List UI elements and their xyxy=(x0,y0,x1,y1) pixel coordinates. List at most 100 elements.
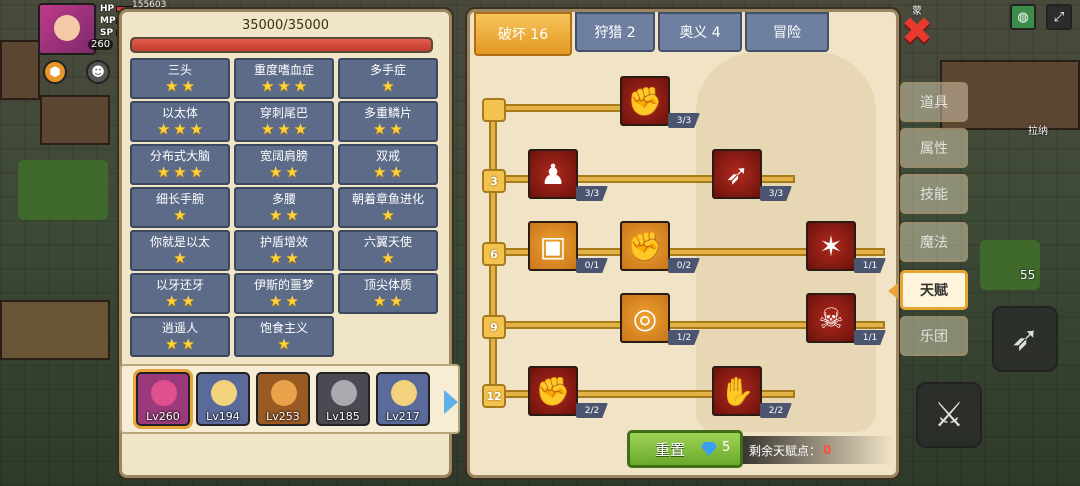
body-icon[interactable]: ♟ xyxy=(528,149,578,199)
trait-grid: 三头 ★ ★ 重度嗜血症 ★ ★ ★ 多手症 ★ 以太体 ★ ★ ★ 穿刺尾巴 ★ ★ ★ 多重鳞片 ★ ★ 分布式大脑… xyxy=(130,58,438,357)
avatar xyxy=(151,380,177,406)
punch-icon[interactable]: ✊ xyxy=(620,221,670,271)
star-icon: ★ xyxy=(156,120,171,138)
arm-wrestle-icon[interactable]: ✊ xyxy=(620,76,670,126)
blood-splash-icon[interactable]: ✶ xyxy=(806,221,856,271)
trait-name: 伊斯的噩梦 xyxy=(253,278,314,292)
hero-level: Lv194 xyxy=(206,410,240,423)
close-icon[interactable]: ✖ xyxy=(899,12,935,50)
trait-card[interactable]: 穿刺尾巴 ★ ★ ★ xyxy=(234,101,334,142)
hero-selector: Lv260 Lv194 Lv253 Lv185 Lv217 xyxy=(120,364,460,434)
hero-panel: 35000/35000 三头 ★ ★ 重度嗜血症 ★ ★ ★ 多手症 ★ 以太体 ★ ★ ★ 穿刺尾巴 ★ ★… xyxy=(119,9,460,478)
bow-icon[interactable]: ➶ xyxy=(992,306,1058,372)
trait-stars: ★ xyxy=(277,336,290,352)
trait-stars: ★ ★ xyxy=(269,164,299,180)
trait-name: 饱食主义 xyxy=(259,321,308,335)
skill-rank: 3/3 xyxy=(760,186,792,201)
trait-card[interactable]: 顶尖体质 ★ ★ xyxy=(338,273,438,314)
talent-points: 剩余天赋点： 0 xyxy=(743,436,893,464)
trait-stars: ★ ★ xyxy=(269,207,299,223)
side-menu-item[interactable]: 乐团 xyxy=(900,316,968,356)
star-icon: ★ xyxy=(373,163,387,181)
ripple-icon[interactable]: ◎ xyxy=(620,293,670,343)
trait-card[interactable]: 多手症 ★ xyxy=(338,58,438,99)
talent-tree: 3 6 9 12 ✊ 3/3 ♟ 3/3 ➶ 3/3 ▣ 0/1 ✊ 0/2 ✶ 1/1 ◎ 1/2 ☠ 1/1 ✊ 2/… xyxy=(470,12,896,475)
star-icon: ★ xyxy=(277,335,291,353)
trait-card[interactable]: 宽阔肩膀 ★ ★ xyxy=(234,144,334,185)
grass-patch xyxy=(18,160,108,220)
trait-card[interactable]: 重度嗜血症 ★ ★ ★ xyxy=(234,58,334,99)
trait-card[interactable]: 以牙还牙 ★ ★ xyxy=(130,273,230,314)
side-menu-item[interactable]: 天赋 xyxy=(900,270,968,310)
trait-card[interactable]: 六翼天使 ★ xyxy=(338,230,438,271)
card-icon[interactable]: ▣ xyxy=(528,221,578,271)
demon-icon[interactable]: ☠ xyxy=(806,293,856,343)
star-icon: ★ xyxy=(277,120,291,138)
star-icon: ★ xyxy=(269,206,283,224)
trait-name: 双戒 xyxy=(375,149,400,163)
trait-name: 宽阔肩膀 xyxy=(259,149,308,163)
trait-card[interactable]: 你就是以太 ★ xyxy=(130,230,230,271)
skill-rank: 2/2 xyxy=(576,403,608,418)
side-menu-item[interactable]: 魔法 xyxy=(900,222,968,262)
trait-card[interactable]: 以太体 ★ ★ ★ xyxy=(130,101,230,142)
trait-card[interactable]: 逍遥人 ★ ★ xyxy=(130,316,230,357)
hero-portrait[interactable]: Lv260 xyxy=(136,372,190,426)
trait-card[interactable]: 三头 ★ ★ xyxy=(130,58,230,99)
star-icon: ★ xyxy=(277,77,291,95)
globe-icon[interactable]: ◍ xyxy=(1010,4,1036,30)
side-menu-item[interactable]: 技能 xyxy=(900,174,968,214)
star-icon: ★ xyxy=(373,292,387,310)
skill-rank: 0/2 xyxy=(668,258,700,273)
star-icon: ★ xyxy=(373,120,387,138)
star-icon: ★ xyxy=(165,77,179,95)
building xyxy=(0,300,110,360)
star-icon: ★ xyxy=(189,163,204,181)
trait-stars: ★ xyxy=(173,250,186,266)
hero-portrait[interactable]: Lv253 xyxy=(256,372,310,426)
next-arrow-icon[interactable] xyxy=(444,390,458,414)
trait-card[interactable]: 双戒 ★ ★ xyxy=(338,144,438,185)
trait-name: 朝着章鱼进化 xyxy=(351,192,424,206)
hero-portrait[interactable]: Lv185 xyxy=(316,372,370,426)
gem-count: 5 xyxy=(722,440,731,455)
hero-portrait[interactable]: Lv194 xyxy=(196,372,250,426)
trait-card[interactable]: 多腰 ★ ★ xyxy=(234,187,334,228)
player-portrait[interactable] xyxy=(38,3,96,55)
trait-card[interactable]: 伊斯的噩梦 ★ ★ xyxy=(234,273,334,314)
hero-level: Lv217 xyxy=(386,410,420,423)
grab-icon[interactable]: ✋ xyxy=(712,366,762,416)
trait-stars: ★ ★ ★ xyxy=(157,164,203,180)
trait-card[interactable]: 细长手腕 ★ xyxy=(130,187,230,228)
star-icon: ★ xyxy=(285,292,299,310)
trait-stars: ★ ★ xyxy=(373,121,403,137)
hexagon-icon[interactable]: ⬢ xyxy=(43,60,67,84)
trait-stars: ★ ★ xyxy=(165,78,195,94)
hero-portrait[interactable]: Lv217 xyxy=(376,372,430,426)
trait-card[interactable]: 分布式大脑 ★ ★ ★ xyxy=(130,144,230,185)
talent-panel: 破坏 16 狩猎 2 奥义 4 冒险 3 6 9 12 ✊ 3/3 ♟ 3/3 ➶ 3/3 ▣ 0/1 ✊ 0/… xyxy=(467,9,899,478)
reset-button[interactable]: 重置 5 xyxy=(627,430,743,468)
fist-icon[interactable]: ✊ xyxy=(528,366,578,416)
star-icon: ★ xyxy=(156,163,171,181)
trait-card[interactable]: 朝着章鱼进化 ★ xyxy=(338,187,438,228)
hp-bar-label: HP xyxy=(100,3,115,14)
trait-stars: ★ ★ ★ xyxy=(261,121,307,137)
trait-card[interactable]: 多重鳞片 ★ ★ xyxy=(338,101,438,142)
trait-card[interactable]: 护盾增效 ★ ★ xyxy=(234,230,334,271)
mask-icon[interactable]: ☻ xyxy=(86,60,110,84)
trait-card[interactable]: 饱食主义 ★ xyxy=(234,316,334,357)
avatar xyxy=(211,380,237,406)
side-menu-item[interactable]: 道具 xyxy=(900,82,968,122)
star-icon: ★ xyxy=(269,163,283,181)
star-icon: ★ xyxy=(389,163,403,181)
trait-name: 以太体 xyxy=(161,106,198,120)
expand-icon[interactable]: ⤢ xyxy=(1046,4,1072,30)
arrow-hit-icon[interactable]: ➶ xyxy=(712,149,762,199)
star-icon: ★ xyxy=(260,77,275,95)
star-icon: ★ xyxy=(293,77,308,95)
star-icon: ★ xyxy=(173,249,187,267)
side-menu-item[interactable]: 属性 xyxy=(900,128,968,168)
sword-icon[interactable]: ⚔ xyxy=(916,382,982,448)
building xyxy=(40,95,110,145)
